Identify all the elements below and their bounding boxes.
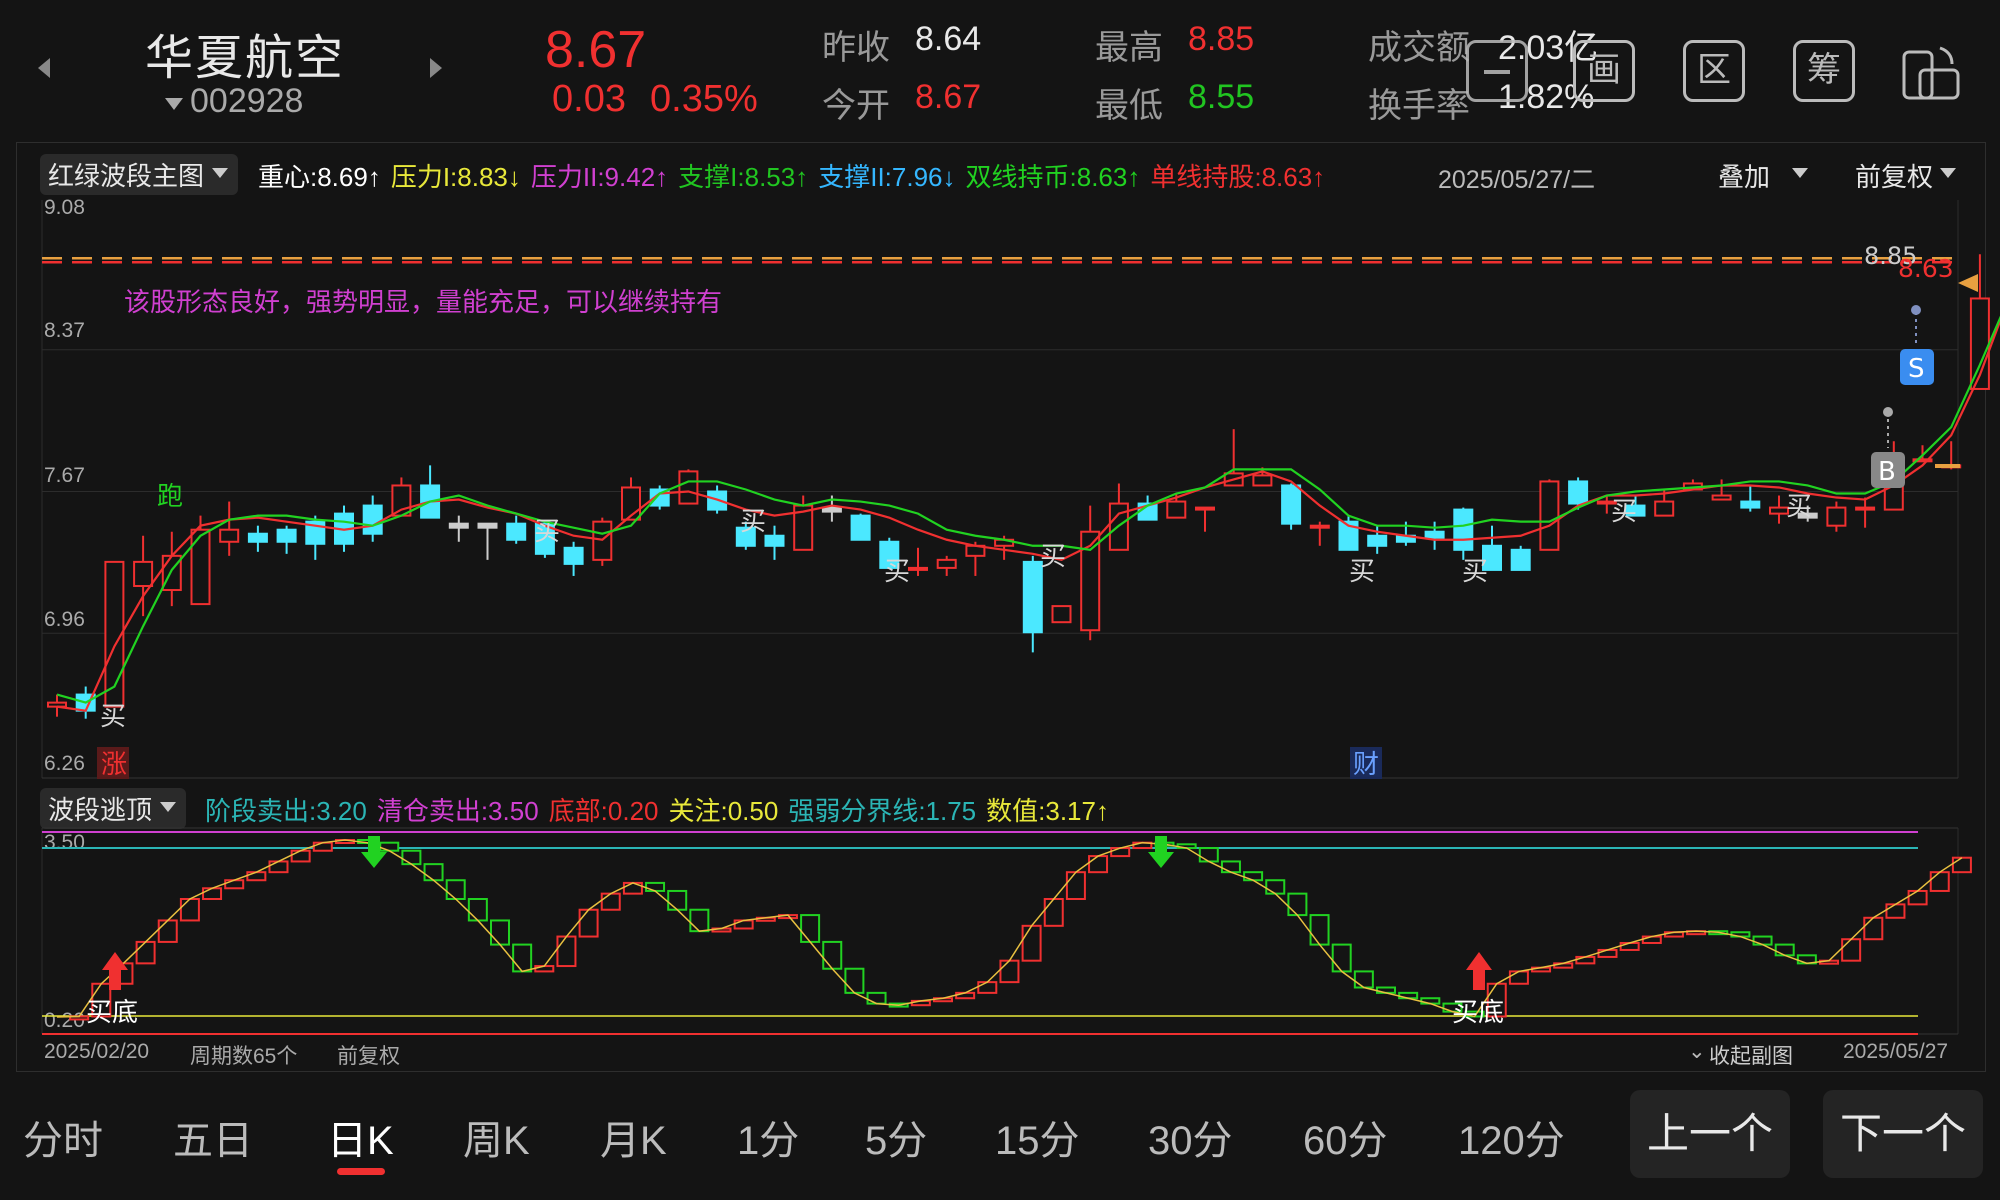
wave-bar	[202, 887, 223, 900]
wave-bar	[1885, 903, 1906, 919]
wave-bar	[1309, 914, 1330, 946]
wave-bar	[645, 881, 666, 892]
wave-line	[56, 839, 1963, 1018]
wave-bar	[1198, 847, 1219, 863]
wave-bar	[667, 889, 688, 911]
active-tab-indicator	[337, 1168, 385, 1175]
footer-end-date: 2025/05/27	[1843, 1040, 1949, 1063]
wave-bar	[157, 919, 178, 943]
wave-bar	[423, 863, 444, 882]
tab-monthly-k[interactable]: 月K	[600, 1108, 667, 1166]
wave-bar	[224, 879, 245, 890]
wave-bar	[1065, 871, 1086, 901]
wave-bar	[844, 967, 865, 994]
tab-1min[interactable]: 1分	[737, 1108, 799, 1166]
wave-bar	[1287, 892, 1308, 917]
wave-bar	[379, 841, 400, 852]
wave-bar	[1508, 970, 1529, 985]
wave-bar	[1043, 898, 1064, 927]
wave-bar	[1265, 879, 1286, 895]
wave-bar	[999, 959, 1020, 984]
wave-bar	[866, 991, 887, 1005]
wave-bar	[1110, 847, 1131, 858]
footer-adjust: 前复权	[337, 1045, 400, 1068]
wave-bar	[1907, 889, 1928, 906]
buy-bottom-label: 买底	[86, 998, 138, 1028]
wave-bar	[977, 981, 998, 994]
wave-bar	[246, 871, 267, 882]
wave-bar	[179, 898, 200, 922]
wave-bar	[1575, 955, 1596, 965]
wave-bar	[600, 892, 621, 911]
tab-30min[interactable]: 30分	[1148, 1108, 1233, 1166]
wave-bar	[401, 849, 422, 866]
wave-bar	[1021, 924, 1042, 962]
wave-bar	[1243, 871, 1264, 882]
wave-bar	[490, 919, 510, 946]
wave-bar	[312, 841, 333, 852]
wave-bar	[1619, 941, 1640, 951]
wave-bar	[822, 940, 843, 970]
tab-weekly-k[interactable]: 周K	[463, 1108, 530, 1166]
wave-bar	[1088, 855, 1109, 874]
wave-bar	[800, 914, 821, 943]
tab-daily-k[interactable]: 日K	[327, 1108, 394, 1166]
wave-bar	[733, 919, 754, 930]
footer-start-date: 2025/02/20	[44, 1040, 150, 1063]
wave-bar	[445, 879, 466, 901]
sell-top-arrow-icon	[1148, 836, 1174, 868]
tab-five-day[interactable]: 五日	[173, 1108, 253, 1166]
wave-bar	[1597, 948, 1618, 958]
wave-bar	[467, 898, 488, 922]
wave-bar	[1929, 871, 1950, 892]
wave-bar	[1331, 943, 1352, 973]
wave-bar	[135, 940, 156, 965]
wave-bar	[1752, 935, 1773, 946]
tab-120min[interactable]: 120分	[1458, 1108, 1565, 1166]
wave-bar	[556, 935, 577, 968]
wave-bar	[512, 943, 533, 973]
wave-bar	[1951, 856, 1972, 874]
wave-bar	[1220, 860, 1241, 874]
wave-bar	[1841, 938, 1862, 962]
tab-60min[interactable]: 60分	[1303, 1108, 1388, 1166]
collapse-chevron-icon[interactable]: ⌄	[1688, 1039, 1706, 1064]
wave-bar	[1353, 970, 1374, 989]
buy-bottom-label: 买底	[1452, 998, 1504, 1028]
wave-bar	[1774, 943, 1795, 957]
sub-wave-chart[interactable]: 买底 买底	[0, 0, 2000, 1060]
wave-bar	[268, 860, 289, 874]
prev-stock-button[interactable]: 上一个	[1630, 1090, 1790, 1178]
collapse-subchart-button[interactable]: 收起副图	[1709, 1040, 1793, 1070]
wave-bar	[290, 849, 311, 863]
tab-minute[interactable]: 分时	[23, 1108, 103, 1166]
wave-bar	[689, 908, 710, 933]
next-stock-button[interactable]: 下一个	[1823, 1090, 1983, 1178]
footer-periods: 周期数65个	[190, 1045, 298, 1068]
tab-5min[interactable]: 5分	[865, 1108, 927, 1166]
wave-bar	[1641, 935, 1662, 944]
wave-bar	[578, 908, 599, 938]
tab-15min[interactable]: 15分	[995, 1108, 1080, 1166]
wave-bar	[1863, 916, 1884, 941]
